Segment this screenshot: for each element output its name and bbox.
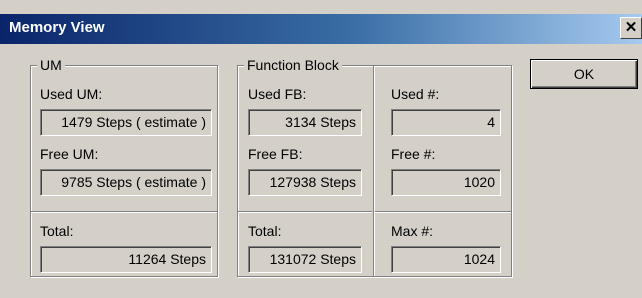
ok-button[interactable]: OK: [530, 59, 638, 89]
um-total-label: Total:: [40, 223, 74, 239]
um-total-field: 11264 Steps: [40, 246, 212, 273]
fb-total-label: Total:: [248, 223, 282, 239]
dialog-body: UM Used UM: 1479 Steps ( estimate ) Free…: [0, 44, 642, 298]
used-fb-label: Used FB:: [248, 86, 307, 102]
um-group-legend: UM: [37, 57, 65, 73]
used-count-label: Used #:: [391, 86, 440, 102]
memory-view-dialog: Memory View ✕ UM Used UM: 1479 Steps ( e…: [0, 0, 642, 298]
fb-vertical-separator: [373, 66, 375, 276]
max-count-label: Max #:: [391, 223, 434, 239]
used-fb-field: 3134 Steps: [248, 109, 362, 136]
um-group: UM Used UM: 1479 Steps ( estimate ) Free…: [30, 57, 218, 277]
max-count-field: 1024: [391, 246, 501, 273]
function-block-group-legend: Function Block: [244, 57, 342, 73]
free-um-label: Free UM:: [40, 146, 99, 162]
um-separator: [31, 211, 217, 213]
free-count-field: 1020: [391, 169, 501, 196]
used-um-label: Used UM:: [40, 86, 103, 102]
count-separator: [375, 211, 511, 213]
fb-total-field: 131072 Steps: [248, 246, 362, 273]
free-count-label: Free #:: [391, 146, 436, 162]
free-fb-field: 127938 Steps: [248, 169, 362, 196]
fb-separator: [238, 211, 372, 213]
close-button[interactable]: ✕: [620, 17, 642, 39]
used-um-field: 1479 Steps ( estimate ): [40, 109, 212, 136]
free-fb-label: Free FB:: [248, 146, 303, 162]
free-um-field: 9785 Steps ( estimate ): [40, 169, 212, 196]
title-bar[interactable]: Memory View ✕: [0, 14, 642, 44]
function-block-group: Function Block Used FB: 3134 Steps Free …: [237, 57, 512, 277]
window-title: Memory View: [9, 19, 105, 36]
close-icon: ✕: [624, 19, 638, 36]
used-count-field: 4: [391, 109, 501, 136]
